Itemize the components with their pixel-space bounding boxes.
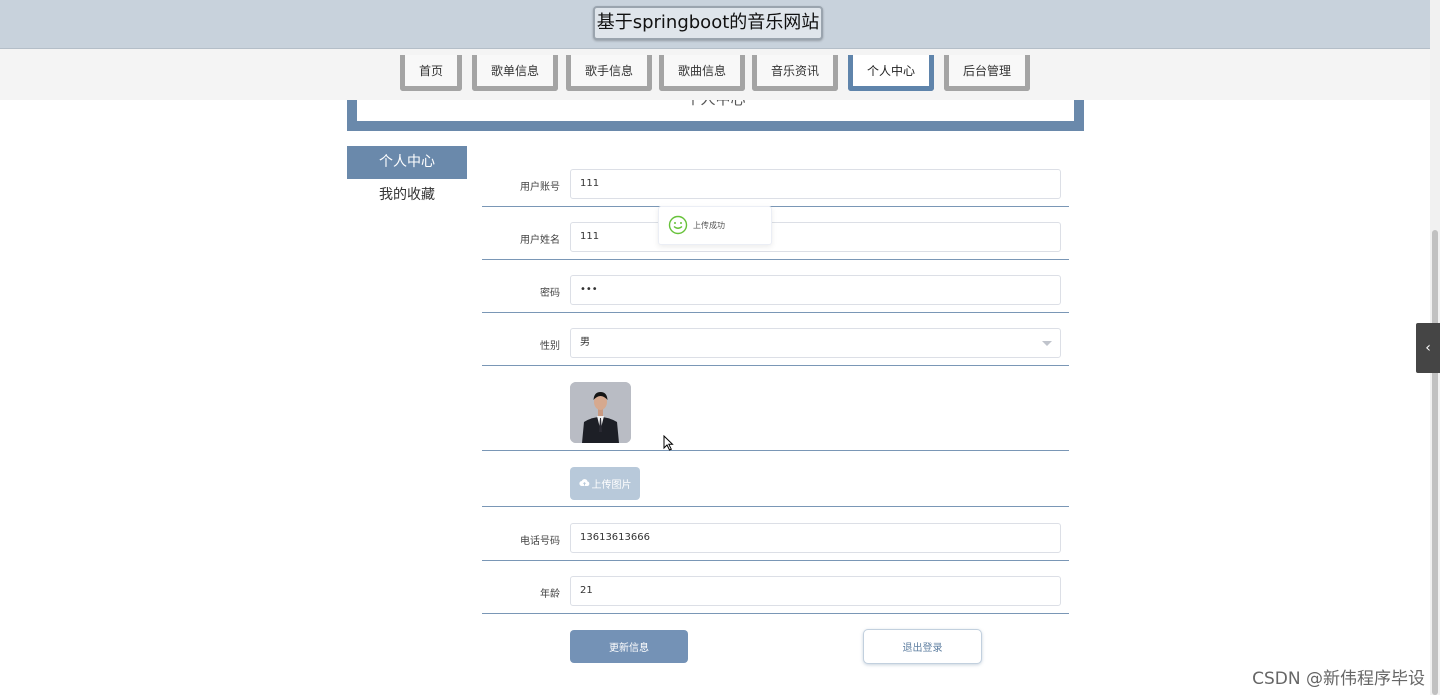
cloud-upload-icon (578, 478, 590, 490)
side-menu-personal-center[interactable]: 个人中心 (347, 146, 467, 179)
password-field[interactable]: ••• (570, 275, 1061, 305)
row-divider (482, 450, 1069, 451)
nav-news[interactable]: 音乐资讯 (752, 55, 838, 91)
phone-label: 电话号码 (520, 536, 560, 547)
chevron-down-icon (1042, 341, 1052, 346)
side-panel-toggle[interactable]: ‹ (1416, 323, 1440, 373)
nav-singers[interactable]: 歌手信息 (566, 55, 652, 91)
gender-select[interactable]: 男 (570, 328, 1061, 358)
side-menu-favorites[interactable]: 我的收藏 (347, 179, 467, 212)
nav-admin[interactable]: 后台管理 (944, 55, 1030, 91)
site-title: 基于springboot的音乐网站 (593, 6, 823, 40)
upload-image-button[interactable]: 上传图片 (570, 467, 640, 500)
row-divider (482, 506, 1069, 507)
phone-field[interactable]: 13613613666 (570, 523, 1061, 553)
banner-title: 个人中心 (357, 100, 1074, 109)
account-field[interactable]: 111 (570, 169, 1061, 199)
row-divider (482, 365, 1069, 366)
chevron-left-icon: ‹ (1425, 340, 1431, 356)
account-label: 用户账号 (520, 182, 560, 193)
avatar (570, 382, 631, 443)
row-divider (482, 613, 1069, 614)
scrollbar-thumb[interactable] (1432, 230, 1438, 695)
name-label: 用户姓名 (520, 235, 560, 246)
password-label: 密码 (540, 288, 560, 299)
site-header: 基于springboot的音乐网站 (0, 0, 1430, 49)
nav-personal-center[interactable]: 个人中心 (848, 55, 934, 91)
row-divider (482, 259, 1069, 260)
name-field[interactable]: 111 (570, 222, 1061, 252)
row-divider (482, 560, 1069, 561)
row-divider (482, 312, 1069, 313)
smile-icon (668, 215, 688, 237)
age-field[interactable]: 21 (570, 576, 1061, 606)
update-info-button[interactable]: 更新信息 (570, 630, 688, 663)
toast-message: 上传成功 (693, 221, 725, 230)
nav-playlists[interactable]: 歌单信息 (472, 55, 558, 91)
upload-label: 上传图片 (591, 480, 632, 491)
nav-home[interactable]: 首页 (400, 55, 462, 91)
success-toast: 上传成功 (658, 206, 772, 245)
watermark: CSDN @新伟程序毕设 (1252, 669, 1425, 689)
age-label: 年龄 (540, 589, 560, 600)
nav-songs[interactable]: 歌曲信息 (659, 55, 745, 91)
logout-button[interactable]: 退出登录 (863, 629, 982, 664)
mouse-cursor-icon (663, 435, 674, 451)
gender-value: 男 (580, 337, 590, 348)
gender-label: 性别 (540, 341, 560, 352)
row-divider (482, 206, 1069, 207)
main-nav: 首页 歌单信息 歌手信息 歌曲信息 音乐资讯 个人中心 后台管理 (0, 49, 1430, 100)
page-banner: 个人中心 (347, 100, 1084, 131)
